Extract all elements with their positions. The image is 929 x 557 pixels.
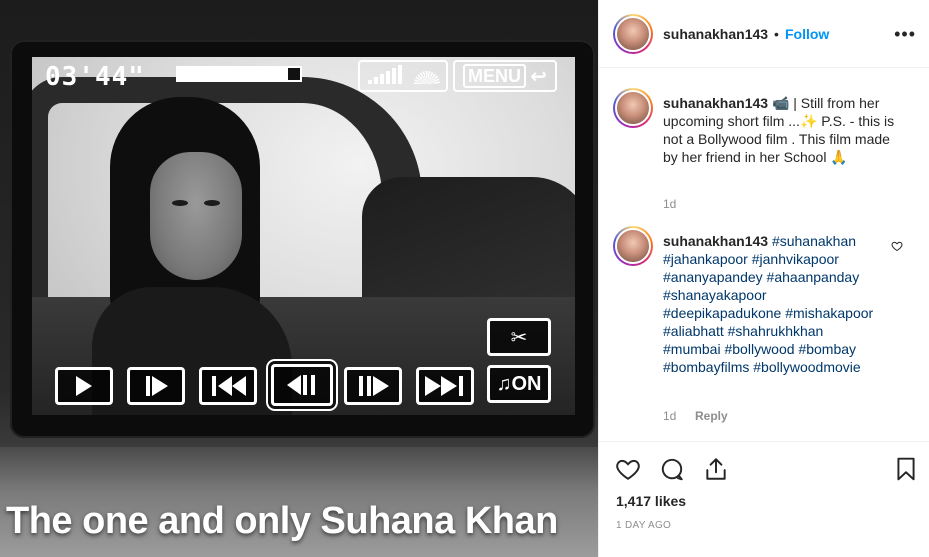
video-caption: The one and only Suhana Khan: [6, 500, 558, 542]
comment-icon[interactable]: [659, 456, 685, 482]
avatar[interactable]: [613, 226, 653, 266]
hashtag-link[interactable]: #suhanakhan: [772, 233, 856, 249]
music-toggle-button[interactable]: ♫ON: [487, 365, 551, 403]
frame-back-bar-icon: [311, 375, 315, 395]
bookmark-icon[interactable]: [893, 456, 919, 482]
return-icon: ↩: [530, 65, 547, 88]
hud-battery-bar: [176, 66, 302, 82]
skip-forward-button[interactable]: [416, 367, 474, 405]
post-media[interactable]: 03'44" MENU ↩ ✂ ♫ON The one and only Suh…: [0, 0, 598, 557]
signal-bar: [368, 80, 372, 84]
frame-forward-button[interactable]: [344, 367, 402, 405]
camera-screen: [32, 57, 575, 415]
play-icon: [76, 376, 92, 396]
caption-comment: suhanakhan143 📹 | Still from her upcomin…: [663, 94, 898, 166]
hashtag-link[interactable]: #shanayakapoor: [663, 287, 767, 303]
avatar-image: [615, 228, 651, 264]
signal-bar: [386, 71, 390, 84]
reply-button[interactable]: Reply: [695, 409, 728, 423]
frame-forward-icon: [373, 376, 389, 396]
slow-play-bar-icon: [146, 376, 150, 396]
skip-forward-icon: [441, 376, 457, 396]
likes-count[interactable]: 1,417 likes: [616, 493, 686, 509]
hashtag-link[interactable]: #ananyapandey: [663, 269, 763, 285]
post-actions: 1,417 likes 1 DAY AGO: [599, 441, 929, 557]
frame-forward-bar-icon: [359, 376, 363, 396]
menu-button[interactable]: MENU ↩: [453, 60, 557, 92]
scissors-button[interactable]: ✂: [487, 318, 551, 356]
hashtag-link[interactable]: #bollywood: [724, 341, 794, 357]
share-icon[interactable]: [703, 456, 729, 482]
hud-time: 03'44": [45, 62, 145, 92]
header-username[interactable]: suhanakhan143: [663, 26, 768, 42]
separator-dot: •: [774, 26, 779, 42]
skip-forward-icon: [425, 376, 441, 396]
follow-button[interactable]: Follow: [785, 26, 829, 42]
post-header: suhanakhan143 • Follow •••: [599, 0, 929, 68]
hashtag-link[interactable]: #jahankapoor: [663, 251, 748, 267]
menu-label: MENU: [463, 64, 526, 88]
comment-time[interactable]: 1d: [663, 197, 676, 211]
slow-play-button[interactable]: [127, 367, 185, 405]
slow-play-icon: [152, 376, 168, 396]
signal-bar: [398, 65, 402, 84]
hashtag-link[interactable]: #aliabhatt: [663, 323, 724, 339]
post-sidebar: suhanakhan143 • Follow ••• suhanakhan143…: [598, 0, 929, 557]
person-face: [150, 152, 242, 280]
hashtag-link[interactable]: #bombayfilms: [663, 359, 749, 375]
hashtag-link[interactable]: #janhvikapoor: [752, 251, 839, 267]
signal-icon: [358, 60, 448, 92]
play-button[interactable]: [55, 367, 113, 405]
avatar[interactable]: [613, 88, 653, 128]
hashtag-list: #suhanakhan #jahankapoor #janhvikapoor #…: [663, 233, 873, 375]
skip-forward-bar-icon: [459, 376, 463, 396]
frame-back-button[interactable]: [271, 364, 333, 406]
hud-battery-fill: [178, 68, 288, 80]
skip-back-button[interactable]: [199, 367, 257, 405]
more-options-icon[interactable]: •••: [894, 24, 916, 45]
eye-left: [172, 200, 188, 206]
hashtag-link[interactable]: #bombay: [798, 341, 856, 357]
hashtag-link[interactable]: #bollywoodmovie: [753, 359, 860, 375]
scissors-icon: ✂: [510, 326, 528, 349]
skip-back-bar-icon: [212, 376, 216, 396]
signal-bar: [380, 74, 384, 84]
person-body: [92, 287, 292, 415]
music-label: ♫ON: [496, 372, 542, 395]
hashtag-link[interactable]: #deepikapadukone: [663, 305, 781, 321]
hashtag-link[interactable]: #shahrukhkhan: [728, 323, 824, 339]
heart-icon[interactable]: [615, 456, 641, 482]
heart-icon[interactable]: [891, 240, 903, 252]
frame-back-bar-icon: [303, 375, 307, 395]
skip-back-icon: [232, 376, 246, 396]
comment-username[interactable]: suhanakhan143: [663, 95, 768, 111]
avatar-image: [615, 90, 651, 126]
hashtag-link[interactable]: #mumbai: [663, 341, 721, 357]
post-timestamp[interactable]: 1 DAY AGO: [616, 520, 671, 531]
skip-back-icon: [218, 376, 232, 396]
avatar-image: [615, 16, 651, 52]
comment-username[interactable]: suhanakhan143: [663, 233, 768, 249]
frame-forward-bar-icon: [367, 376, 371, 396]
hashtag-link[interactable]: #mishakapoor: [785, 305, 873, 321]
dial-icon: [414, 71, 440, 84]
hashtag-comment: suhanakhan143 #suhanakhan #jahankapoor #…: [663, 232, 878, 376]
signal-bar: [392, 68, 396, 84]
frame-back-icon: [287, 375, 301, 395]
eye-right: [204, 200, 220, 206]
avatar[interactable]: [613, 14, 653, 54]
hashtag-link[interactable]: #ahaanpanday: [767, 269, 860, 285]
comment-time[interactable]: 1d: [663, 409, 676, 423]
signal-bar: [374, 77, 378, 84]
